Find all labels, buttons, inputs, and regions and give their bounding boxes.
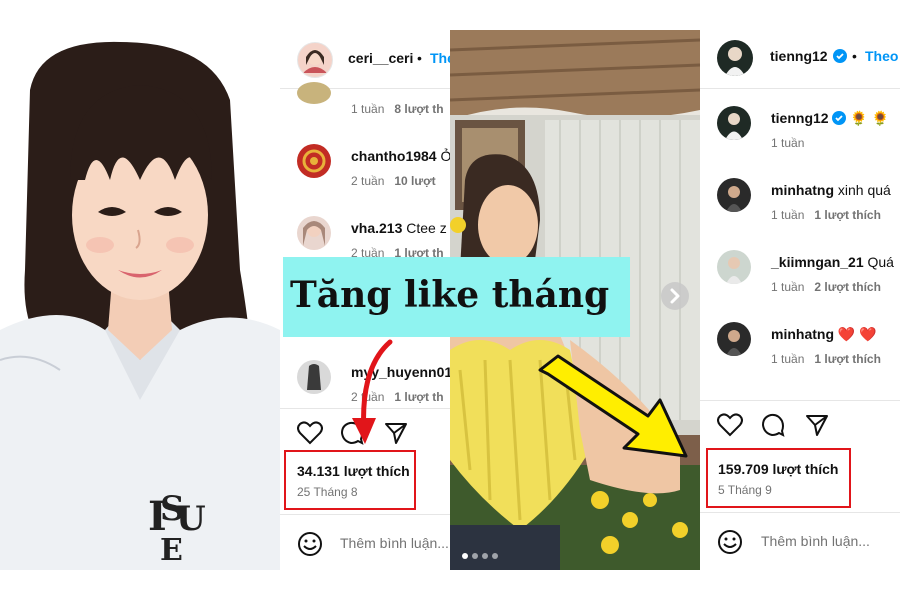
comment-time: 1 tuần — [771, 280, 805, 294]
caption-text: tienng12 🌻 🌻 — [771, 110, 889, 127]
caption-meta: 1 tuần — [771, 136, 804, 150]
comment-text: minhatng ❤️ ❤️ — [771, 326, 877, 343]
comment-text: _kiimngan_21 Quá — [771, 254, 894, 270]
separator-dot: • — [417, 50, 422, 66]
comment-time: 2 tuần — [351, 174, 385, 188]
caption-time: 1 tuần — [771, 136, 805, 150]
add-comment-bar: Thêm bình luận... — [700, 512, 900, 570]
comment-time: 1 tuần — [771, 352, 805, 366]
comment-text: chantho1984 Ở — [351, 148, 452, 164]
likes-count[interactable]: 34.131 lượt thích — [297, 463, 410, 479]
comment-icon[interactable] — [761, 413, 785, 437]
follow-button[interactable]: Theo — [430, 50, 452, 66]
comment-body: Ctee z — [406, 220, 447, 236]
comment-likes[interactable]: 1 lượt thích — [814, 352, 881, 366]
comment-body: xinh quá — [837, 182, 891, 198]
add-comment-bar: Thêm bình luận... — [280, 514, 452, 570]
comment-user[interactable]: minhatng — [771, 326, 834, 342]
avatar[interactable] — [297, 216, 331, 250]
red-arrow-icon — [352, 339, 393, 444]
banner-text: Tăng like tháng — [290, 274, 610, 316]
follow-button[interactable]: Theo — [865, 48, 898, 64]
comment-meta: 2 tuần 10 lượt — [351, 174, 436, 188]
portrait-photo: I S U E — [0, 30, 280, 570]
svg-text:E: E — [160, 533, 183, 568]
comment-user[interactable]: chantho1984 — [351, 148, 437, 164]
share-icon[interactable] — [805, 413, 829, 437]
comment-time: 1 tuần — [771, 208, 805, 222]
yellow-arrow-icon — [538, 354, 688, 458]
comment-text: minhatng xinh quá — [771, 182, 891, 198]
avatar[interactable] — [717, 322, 751, 356]
comment-body: ❤️ ❤️ — [837, 326, 877, 342]
comment-user[interactable]: _kiimngan_21 — [771, 254, 864, 270]
comment-likes[interactable]: 1 lượt thích — [814, 208, 881, 222]
carousel-dots[interactable] — [462, 546, 502, 564]
heart-icon[interactable] — [297, 421, 323, 445]
comment-item: minhatng xinh quá 1 tuần 1 lượt thích — [700, 178, 900, 250]
post-actions — [700, 400, 900, 441]
comment-body: Quá — [867, 254, 894, 270]
avatar[interactable] — [717, 40, 753, 76]
emoji-icon[interactable] — [297, 531, 323, 557]
username[interactable]: tienng12 — [770, 48, 828, 64]
comment-meta: 1 tuần 1 lượt thích — [771, 208, 881, 222]
avatar[interactable] — [297, 42, 333, 78]
heart-icon[interactable] — [717, 413, 743, 437]
avatar[interactable] — [717, 250, 751, 284]
emoji-icon[interactable] — [717, 529, 743, 555]
likes-count[interactable]: 159.709 lượt thích — [718, 461, 838, 477]
add-comment-input[interactable]: Thêm bình luận... — [761, 533, 870, 549]
comment-likes[interactable]: 2 lượt thích — [814, 280, 881, 294]
avatar[interactable] — [297, 82, 331, 104]
avatar[interactable] — [297, 144, 331, 178]
comment-item: minhatng ❤️ ❤️ 1 tuần 1 lượt thích — [700, 322, 900, 394]
likes-highlight-box — [284, 450, 416, 510]
post-date: 25 Tháng 8 — [297, 485, 358, 499]
comment-likes[interactable]: 10 lượt — [394, 174, 435, 188]
comment-item: _kiimngan_21 Quá 1 tuần 2 lượt thích — [700, 250, 900, 322]
verified-badge-icon — [832, 111, 847, 125]
post-header: tienng12 • Theo — [700, 30, 900, 89]
avatar[interactable] — [717, 178, 751, 212]
avatar[interactable] — [297, 360, 331, 394]
comment-meta: 1 tuần 8 lượt th — [351, 102, 444, 116]
chevron-right-icon[interactable] — [661, 282, 689, 310]
comment-user[interactable]: vha.213 — [351, 220, 402, 236]
comment-text: vha.213 Ctee z — [351, 220, 447, 236]
comment-meta: 1 tuần 2 lượt thích — [771, 280, 881, 294]
separator-dot: • — [852, 48, 857, 64]
verified-badge-icon — [833, 49, 847, 63]
post-date: 5 Tháng 9 — [718, 483, 772, 497]
comment-likes[interactable]: 8 lượt th — [394, 102, 443, 116]
caption-body: 🌻 🌻 — [850, 110, 890, 126]
username[interactable]: ceri__ceri — [348, 50, 413, 66]
caption-user[interactable]: tienng12 — [771, 110, 829, 126]
add-comment-input[interactable]: Thêm bình luận... — [340, 535, 449, 551]
comment-meta: 1 tuần 1 lượt thích — [771, 352, 881, 366]
comment-user[interactable]: minhatng — [771, 182, 834, 198]
avatar[interactable] — [717, 106, 751, 140]
comment-likes[interactable]: 1 lượt th — [394, 390, 443, 404]
comment-item: chantho1984 Ở 2 tuần 10 lượt — [280, 144, 452, 216]
comment-time: 1 tuần — [351, 102, 385, 116]
likes-highlight-box — [706, 448, 851, 508]
post-header: ceri__ceri • Theo — [280, 30, 452, 89]
post-panel-2: tienng12 • Theo tienng12 🌻 🌻 1 tuần minh… — [700, 30, 900, 570]
caption-item: tienng12 🌻 🌻 1 tuần — [700, 106, 900, 178]
promo-banner: Tăng like tháng — [283, 257, 630, 337]
